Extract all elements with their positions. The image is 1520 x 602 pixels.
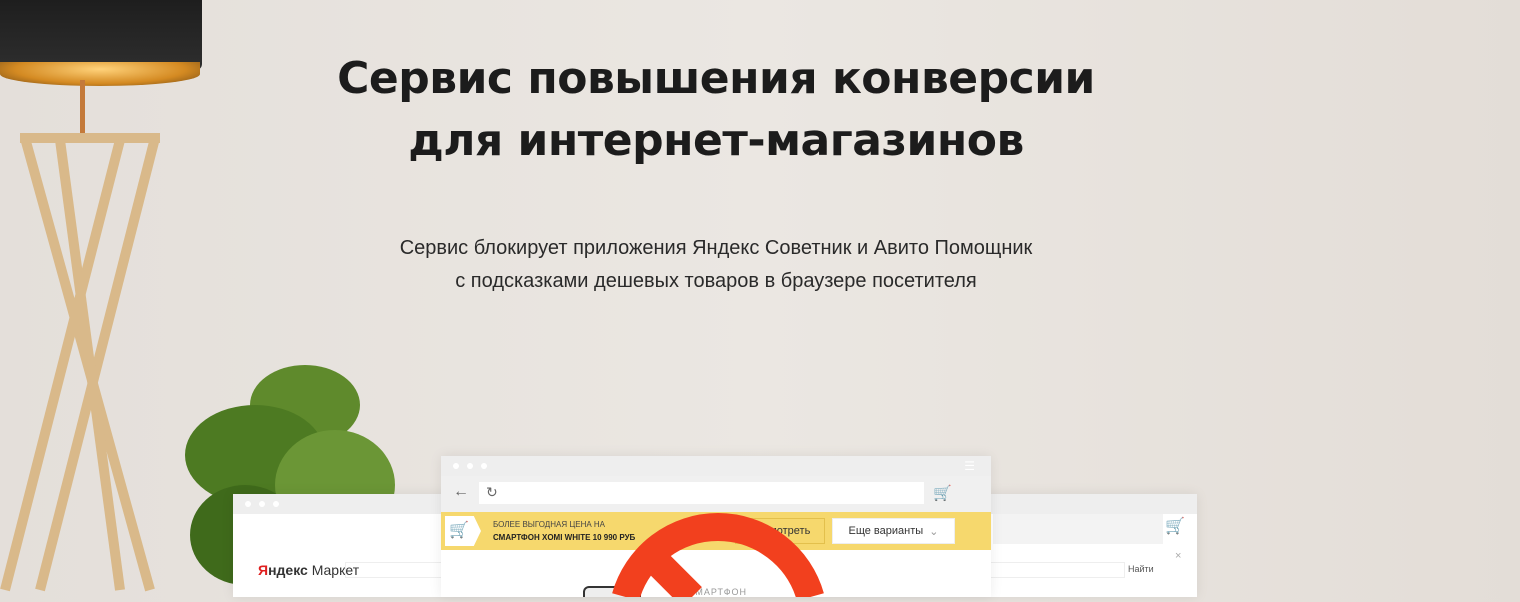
page-title: Сервис повышения конверсии для интернет-м… [337,53,1095,166]
page-subtitle: Сервис блокирует приложения Яндекс Совет… [399,237,1033,292]
cart-icon[interactable]: 🛒 [933,484,952,502]
market-logo: Яндекс Маркет [258,562,360,578]
close-icon[interactable]: × [1175,550,1181,562]
prohibition-icon [612,513,824,597]
search-button[interactable]: Найти [1128,564,1154,574]
cart-icon: 🛒 [1165,518,1185,535]
menu-icon[interactable]: ☰ [964,459,975,473]
reload-icon[interactable]: ↻ [486,484,498,501]
more-options-dropdown[interactable]: Еще варианты ⌄ [832,518,955,544]
back-arrow-icon[interactable]: ← [453,483,469,501]
cart-icon: 🛒 [449,522,469,539]
advisor-text: БОЛЕЕ ВЫГОДНАЯ ЦЕНА НА [493,520,606,529]
